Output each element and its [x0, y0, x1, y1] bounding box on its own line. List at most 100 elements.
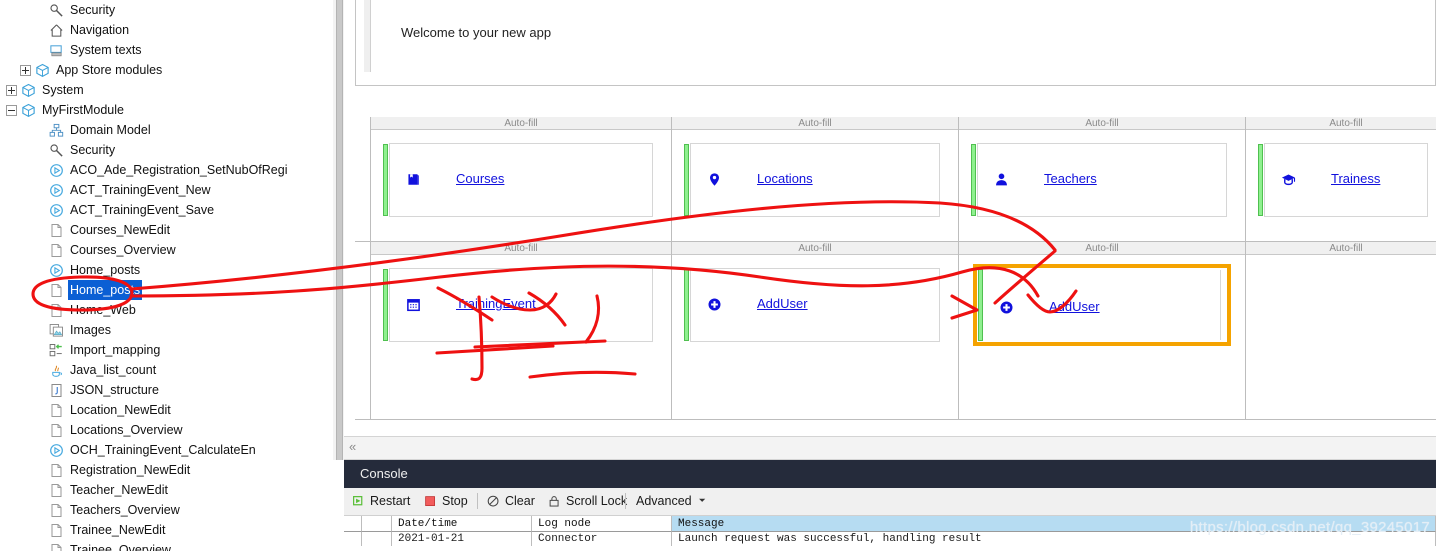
tree-item-registration-newedit[interactable]: Registration_NewEdit: [0, 460, 333, 480]
collapse-chevron-icon[interactable]: «: [349, 440, 356, 454]
tree-item-home-posts[interactable]: Home_posts: [0, 280, 333, 300]
navigation-tile[interactable]: Trainess: [1258, 143, 1428, 217]
tree-item-courses-overview[interactable]: Courses_Overview: [0, 240, 333, 260]
tile-cell[interactable]: Auto-fill: [1246, 242, 1436, 420]
tree-item-label: App Store modules: [56, 63, 163, 77]
tree-item-myfirstmodule[interactable]: MyFirstModule: [0, 100, 333, 120]
tree-item-label: Java_list_count: [70, 363, 157, 377]
tree-item-trainee-newedit[interactable]: Trainee_NewEdit: [0, 520, 333, 540]
console-clear-button[interactable]: Clear: [487, 494, 535, 508]
tree-item-label: Trainee_Overview: [70, 543, 171, 551]
page-title: Home: [401, 0, 445, 3]
calendar-icon: [406, 297, 422, 313]
tree-item-teachers-overview[interactable]: Teachers_Overview: [0, 500, 333, 520]
console-column-header[interactable]: [344, 516, 362, 532]
tree-item-app-store-modules[interactable]: App Store modules: [0, 60, 333, 80]
tree-item-security[interactable]: Security: [0, 0, 333, 20]
java-icon: [48, 362, 64, 378]
tile-cell[interactable]: Auto-fill TrainingEvent: [371, 242, 672, 420]
console-title: Console: [360, 466, 408, 481]
console-column-header[interactable]: Date/time: [392, 516, 532, 532]
navigation-tile[interactable]: AddUser: [684, 268, 940, 342]
tree-item-security[interactable]: Security: [0, 140, 333, 160]
tree-item-system-texts[interactable]: System texts: [0, 40, 333, 60]
tree-item-domain-model[interactable]: Domain Model: [0, 120, 333, 140]
tile-link[interactable]: Trainess: [1331, 171, 1380, 186]
tree-item-import-mapping[interactable]: Import_mapping: [0, 340, 333, 360]
tree-item-location-newedit[interactable]: Location_NewEdit: [0, 400, 333, 420]
tree-item-courses-newedit[interactable]: Courses_NewEdit: [0, 220, 333, 240]
console-restart-button[interactable]: Restart: [352, 494, 410, 508]
console-panel[interactable]: Console Restart Stop Clear Scroll Lock Advan…: [344, 460, 1436, 551]
tree-item-json-structure[interactable]: JSON_structure: [0, 380, 333, 400]
horizontal-splitter[interactable]: «: [344, 436, 1436, 460]
tree-item-system[interactable]: System: [0, 80, 333, 100]
tree-item-och-trainingevent-calculateen[interactable]: OCH_TrainingEvent_CalculateEn: [0, 440, 333, 460]
tree-item-aco-ade-registration-setnubofregi[interactable]: ACO_Ade_Registration_SetNubOfRegi: [0, 160, 333, 180]
tree-item-label: Courses_NewEdit: [70, 223, 171, 237]
tree-expander-none-icon: [34, 305, 45, 316]
tile-cell[interactable]: Auto-fill Courses: [371, 117, 672, 242]
tile-link[interactable]: Teachers: [1044, 171, 1097, 186]
tile-link[interactable]: AddUser: [757, 296, 808, 311]
console-column-header[interactable]: Log node: [532, 516, 672, 532]
tile-cell[interactable]: Auto-fill AddUser: [959, 242, 1246, 420]
page-editor-canvas[interactable]: Home Welcome to your new app Auto-fill Co…: [344, 0, 1436, 436]
row-gutter[interactable]: [355, 117, 371, 242]
console-column-header[interactable]: [362, 516, 392, 532]
console-stop-button[interactable]: Stop: [424, 494, 468, 508]
tile-link[interactable]: AddUser: [1049, 299, 1100, 314]
console-scroll-lock-button[interactable]: Scroll Lock: [548, 494, 627, 508]
tile-link[interactable]: TrainingEvent: [456, 296, 536, 311]
tree-expander-plus-icon[interactable]: [20, 64, 31, 76]
tree-item-navigation[interactable]: Navigation: [0, 20, 333, 40]
tree-item-home-web[interactable]: Home_Web: [0, 300, 333, 320]
console-advanced-button[interactable]: Advanced: [636, 494, 708, 508]
tree-expander-none-icon: [34, 505, 45, 516]
tree-item-label: Domain Model: [70, 123, 151, 137]
console-grid-data-row[interactable]: 2021-01-21 17:54:11.930ConnectorLaunch r…: [344, 532, 1436, 546]
page-icon: [48, 542, 64, 551]
tree-item-locations-overview[interactable]: Locations_Overview: [0, 420, 333, 440]
console-toolbar[interactable]: Restart Stop Clear Scroll Lock Advanced: [344, 488, 1436, 516]
navigation-tile[interactable]: Locations: [684, 143, 940, 217]
console-log-grid[interactable]: Date/timeLog nodeMessage 2021-01-21 17:5…: [344, 516, 1436, 551]
tile-link[interactable]: Courses: [456, 171, 504, 186]
autofill-caption: Auto-fill: [1246, 242, 1436, 255]
row-gutter[interactable]: [355, 242, 371, 420]
navigation-tile[interactable]: Courses: [383, 143, 653, 217]
vertical-splitter-handle[interactable]: [336, 0, 343, 460]
console-toolbar-label: Stop: [442, 494, 468, 508]
module-icon: [20, 102, 36, 118]
tree-item-act-trainingevent-new[interactable]: ACT_TrainingEvent_New: [0, 180, 333, 200]
stop-icon: [424, 495, 437, 508]
navigation-tile-selected[interactable]: AddUser: [973, 264, 1231, 346]
project-explorer-tree[interactable]: Security Navigation System texts App Store …: [0, 0, 333, 551]
tree-item-label: Security: [70, 3, 116, 17]
tree-expander-plus-icon[interactable]: [6, 84, 17, 96]
graduation-icon: [1281, 172, 1297, 188]
tree-item-trainee-overview[interactable]: Trainee_Overview: [0, 540, 333, 551]
navigation-tile[interactable]: Teachers: [971, 143, 1227, 217]
page-icon: [48, 522, 64, 538]
tree-item-label: System: [42, 83, 84, 97]
clear-icon: [487, 495, 500, 508]
tile-cell[interactable]: Auto-fill Locations: [672, 117, 959, 242]
chevron-down-icon[interactable]: [697, 495, 708, 508]
tile-link[interactable]: Locations: [757, 171, 813, 186]
tree-item-home-posts[interactable]: Home_posts: [0, 260, 333, 280]
tree-item-teacher-newedit[interactable]: Teacher_NewEdit: [0, 480, 333, 500]
navigation-tile[interactable]: TrainingEvent: [383, 268, 653, 342]
tree-item-java-list-count[interactable]: Java_list_count: [0, 360, 333, 380]
tree-item-act-trainingevent-save[interactable]: ACT_TrainingEvent_Save: [0, 200, 333, 220]
tree-item-images[interactable]: Images: [0, 320, 333, 340]
page-icon: [48, 282, 64, 298]
tree-item-label: Images: [70, 323, 111, 337]
tree-expander-minus-icon[interactable]: [6, 104, 17, 116]
console-column-header[interactable]: Message: [672, 516, 1436, 532]
tree-item-label: Location_NewEdit: [70, 403, 171, 417]
tile-cell[interactable]: Auto-fill Teachers: [959, 117, 1246, 242]
vertical-splitter[interactable]: [333, 0, 344, 460]
tile-cell[interactable]: Auto-fill AddUser: [672, 242, 959, 420]
tile-cell[interactable]: Auto-fill Trainess: [1246, 117, 1436, 242]
